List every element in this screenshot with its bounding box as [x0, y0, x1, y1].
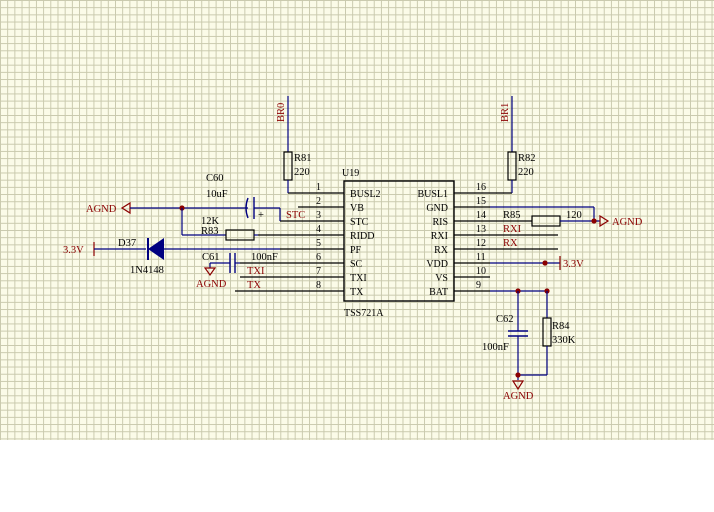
pin-num-5: 5	[316, 238, 321, 249]
d37-value: 1N4148	[130, 265, 164, 276]
r85-ref: R85	[503, 210, 521, 221]
net-label-rxi: RXI	[503, 224, 522, 235]
agnd-port-left	[120, 201, 131, 215]
pin-name-7: TXI	[350, 273, 367, 284]
pin-name-16: BUSL1	[417, 189, 448, 200]
ic-part-number: TSS721A	[344, 308, 384, 319]
r83-ref: R83	[201, 226, 219, 237]
r84-ref: R84	[552, 321, 570, 332]
net-label-br1: BR1	[500, 103, 511, 122]
agnd-label-left: AGND	[86, 204, 117, 215]
pin-name-6: SC	[350, 259, 363, 270]
r82-value: 220	[518, 167, 534, 178]
pin-num-16: 16	[476, 182, 486, 193]
pin-name-11: VDD	[426, 259, 448, 270]
r81-ref: R81	[294, 153, 312, 164]
pin-num-1: 1	[316, 182, 321, 193]
pin-name-2: VB	[350, 203, 364, 214]
pin-num-14: 14	[476, 210, 486, 221]
pin-name-13: RXI	[431, 231, 448, 242]
resistor-r81	[283, 151, 293, 181]
net-label-txi: TXI	[247, 266, 265, 277]
c60-ref: C60	[206, 173, 224, 184]
pin-num-11: 11	[476, 252, 486, 263]
c61-ref: C61	[202, 252, 220, 263]
pin-num-13: 13	[476, 224, 486, 235]
pin-num-8: 8	[316, 280, 321, 291]
pin-name-8: TX	[350, 287, 364, 298]
vcc-label-right: 3.3V	[563, 259, 584, 270]
junction-vdd	[542, 260, 548, 266]
r81-value: 220	[294, 167, 310, 178]
c62-ref: C62	[496, 314, 514, 325]
agnd-label-bottom: AGND	[503, 391, 534, 402]
net-label-tx: TX	[247, 280, 261, 291]
agnd-label-right: AGND	[612, 217, 643, 228]
pin-num-9: 9	[476, 280, 481, 291]
agnd-port-right	[599, 214, 610, 228]
r84-value: 330K	[552, 335, 576, 346]
resistor-r82	[507, 151, 517, 181]
resistor-r85	[531, 215, 561, 227]
c60-value: 10uF	[206, 189, 228, 200]
schematic-diagram: U19 TSS721A 1 2 3 4 5 6 7 8 BUSL2 VB STC…	[63, 96, 643, 402]
r82-ref: R82	[518, 153, 536, 164]
junction-agnd-right	[591, 218, 597, 224]
pin-num-12: 12	[476, 238, 486, 249]
pin-num-7: 7	[316, 266, 321, 277]
pin-num-4: 4	[316, 224, 321, 235]
pin-name-10: VS	[435, 273, 448, 284]
d37-ref: D37	[118, 238, 136, 249]
pin-num-2: 2	[316, 196, 321, 207]
net-label-br0: BR0	[276, 103, 287, 122]
pin-name-9: BAT	[429, 287, 448, 298]
pin-name-4: RIDD	[350, 231, 374, 242]
agnd-symbol-bottom	[511, 380, 525, 391]
junction-agnd-bottom	[515, 372, 521, 378]
pin-name-14: RIS	[432, 217, 448, 228]
pin-name-1: BUSL2	[350, 189, 381, 200]
c62-value: 100nF	[482, 342, 509, 353]
c61-value: 100nF	[251, 252, 278, 263]
pin-num-3: 3	[316, 210, 321, 221]
r85-value: 120	[566, 210, 582, 221]
diode-d37-body	[148, 238, 164, 260]
pin-num-10: 10	[476, 266, 486, 277]
resistor-r83	[225, 229, 255, 241]
resistor-r84	[542, 317, 552, 347]
pin-name-3: STC	[350, 217, 369, 228]
pin-name-12: RX	[434, 245, 449, 256]
agnd-symbol-c61	[203, 267, 217, 277]
pin-num-15: 15	[476, 196, 486, 207]
agnd-label-c61: AGND	[196, 279, 227, 290]
net-label-rx: RX	[503, 238, 518, 249]
pin-name-15: GND	[426, 203, 448, 214]
vcc-label-left: 3.3V	[63, 245, 84, 256]
pin-name-5: PF	[350, 245, 362, 256]
net-label-stc: STC	[286, 210, 305, 221]
c60-plus: +	[258, 210, 264, 221]
pin-num-6: 6	[316, 252, 321, 263]
ic-designator: U19	[342, 168, 359, 179]
